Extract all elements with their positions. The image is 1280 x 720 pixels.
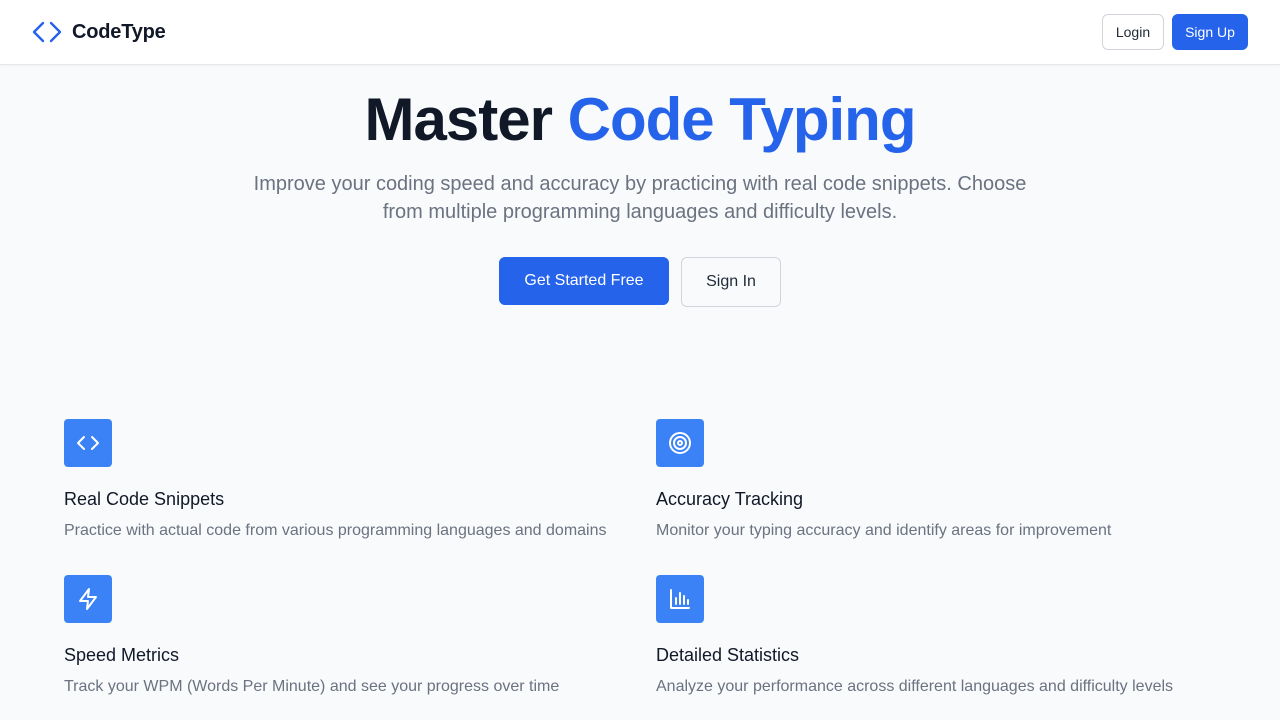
hero-title-accent: Code Typing (567, 86, 917, 153)
feature-description: Track your WPM (Words Per Minute) and se… (64, 678, 560, 695)
brand-logo-link[interactable]: CodeType (32, 18, 166, 46)
bar-chart-icon (656, 575, 704, 623)
code-brackets-icon (32, 21, 62, 43)
sign-in-button[interactable]: Sign In (681, 257, 781, 307)
feature-title: Real Code Snippets (64, 489, 225, 509)
hero-title: Master Code Typing (0, 84, 1280, 156)
feature-title: Accuracy Tracking (656, 489, 804, 509)
feature-card-real-code-snippets: Real Code Snippets Practice with actual … (64, 419, 644, 542)
login-button[interactable]: Login (1102, 14, 1164, 50)
feature-card-detailed-statistics: Detailed Statistics Analyze your perform… (656, 575, 1236, 698)
lightning-icon (64, 575, 112, 623)
hero-title-main: Master (364, 86, 553, 153)
feature-title: Detailed Statistics (656, 645, 800, 665)
feature-description: Analyze your performance across differen… (656, 678, 1174, 695)
get-started-button[interactable]: Get Started Free (499, 257, 669, 305)
feature-card-speed-metrics: Speed Metrics Track your WPM (Words Per … (64, 575, 644, 698)
top-navbar: CodeType Login Sign Up (0, 0, 1280, 65)
feature-description: Monitor your typing accuracy and identif… (656, 522, 1112, 539)
hero-subtitle: Improve your coding speed and accuracy b… (253, 173, 1027, 223)
feature-description: Practice with actual code from various p… (64, 522, 607, 539)
feature-card-accuracy-tracking: Accuracy Tracking Monitor your typing ac… (656, 419, 1236, 542)
feature-title: Speed Metrics (64, 645, 180, 665)
signup-button[interactable]: Sign Up (1172, 14, 1248, 50)
code-icon (64, 419, 112, 467)
target-icon (656, 419, 704, 467)
brand-name: CodeType (72, 20, 166, 43)
